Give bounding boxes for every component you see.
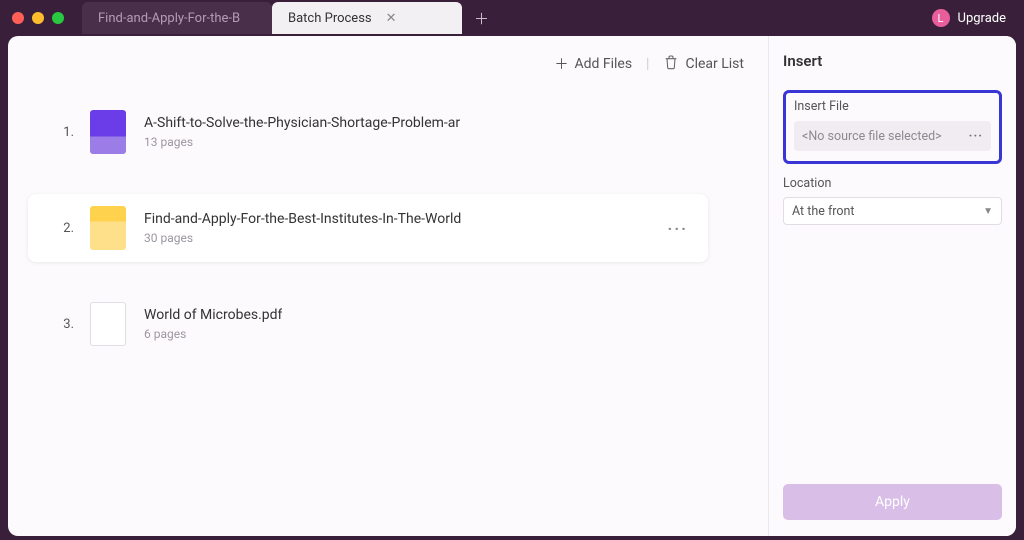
location-label: Location (783, 176, 1002, 191)
clear-list-button[interactable]: Clear List (663, 54, 744, 74)
file-thumbnail (90, 302, 126, 346)
file-picker-placeholder: <No source file selected> (802, 129, 942, 144)
file-meta: World of Microbes.pdf 6 pages (144, 307, 282, 341)
file-name: Find-and-Apply-For-the-Best-Institutes-I… (144, 211, 461, 227)
chevron-down-icon: ▼ (983, 206, 993, 217)
insert-file-picker[interactable]: <No source file selected> ··· (794, 121, 991, 151)
row-index: 2. (48, 221, 74, 236)
plus-icon: ＋ (554, 54, 568, 74)
titlebar: Find-and-Apply-For-the-B Batch Process ✕… (0, 0, 1024, 36)
window-maximize-button[interactable] (52, 12, 64, 24)
side-panel: Insert Insert File <No source file selec… (768, 36, 1016, 536)
insert-file-group: Insert File <No source file selected> ··… (783, 90, 1002, 164)
list-item[interactable]: 3. World of Microbes.pdf 6 pages (48, 290, 744, 358)
spacer (783, 225, 1002, 476)
new-tab-button[interactable]: ＋ (474, 8, 489, 29)
file-meta: Find-and-Apply-For-the-Best-Institutes-I… (144, 211, 461, 245)
row-index: 1. (48, 125, 74, 140)
title-right: L Upgrade (932, 9, 1006, 27)
file-pages: 6 pages (144, 327, 282, 341)
window-minimize-button[interactable] (32, 12, 44, 24)
add-files-label: Add Files (574, 56, 632, 72)
trash-icon (663, 54, 679, 74)
ellipsis-icon[interactable]: ··· (969, 129, 983, 144)
file-pages: 30 pages (144, 231, 461, 245)
file-list: 1. A-Shift-to-Solve-the-Physician-Shorta… (48, 98, 744, 358)
tab-bar: Find-and-Apply-For-the-B Batch Process ✕… (82, 0, 932, 36)
file-thumbnail (90, 110, 126, 154)
file-pages: 13 pages (144, 135, 460, 149)
list-item[interactable]: 2. Find-and-Apply-For-the-Best-Institute… (28, 194, 708, 262)
traffic-lights (12, 12, 64, 24)
add-files-button[interactable]: ＋ Add Files (554, 54, 632, 74)
file-thumbnail (90, 206, 126, 250)
location-value: At the front (792, 204, 855, 219)
row-more-button[interactable]: ··· (668, 219, 688, 238)
tab-document[interactable]: Find-and-Apply-For-the-B (82, 2, 272, 34)
apply-label: Apply (875, 494, 910, 510)
tab-batch-process[interactable]: Batch Process ✕ (272, 2, 462, 34)
list-item[interactable]: 1. A-Shift-to-Solve-the-Physician-Shorta… (48, 98, 744, 166)
tab-label: Find-and-Apply-For-the-B (98, 11, 240, 26)
insert-file-label: Insert File (794, 99, 991, 114)
apply-button[interactable]: Apply (783, 484, 1002, 520)
main-area: ＋ Add Files | Clear List 1. A-Shift-to-S… (8, 36, 768, 536)
window-close-button[interactable] (12, 12, 24, 24)
row-index: 3. (48, 317, 74, 332)
avatar[interactable]: L (932, 9, 950, 27)
toolbar-separator: | (646, 56, 649, 72)
file-name: A-Shift-to-Solve-the-Physician-Shortage-… (144, 115, 460, 131)
main-toolbar: ＋ Add Files | Clear List (48, 54, 744, 74)
clear-list-label: Clear List (685, 56, 744, 72)
workspace: ＋ Add Files | Clear List 1. A-Shift-to-S… (8, 36, 1016, 536)
file-meta: A-Shift-to-Solve-the-Physician-Shortage-… (144, 115, 460, 149)
panel-title: Insert (783, 52, 1002, 70)
upgrade-button[interactable]: Upgrade (958, 11, 1006, 26)
location-select[interactable]: At the front ▼ (783, 197, 1002, 225)
tab-label: Batch Process (288, 11, 372, 26)
close-icon[interactable]: ✕ (386, 11, 397, 26)
file-name: World of Microbes.pdf (144, 307, 282, 323)
